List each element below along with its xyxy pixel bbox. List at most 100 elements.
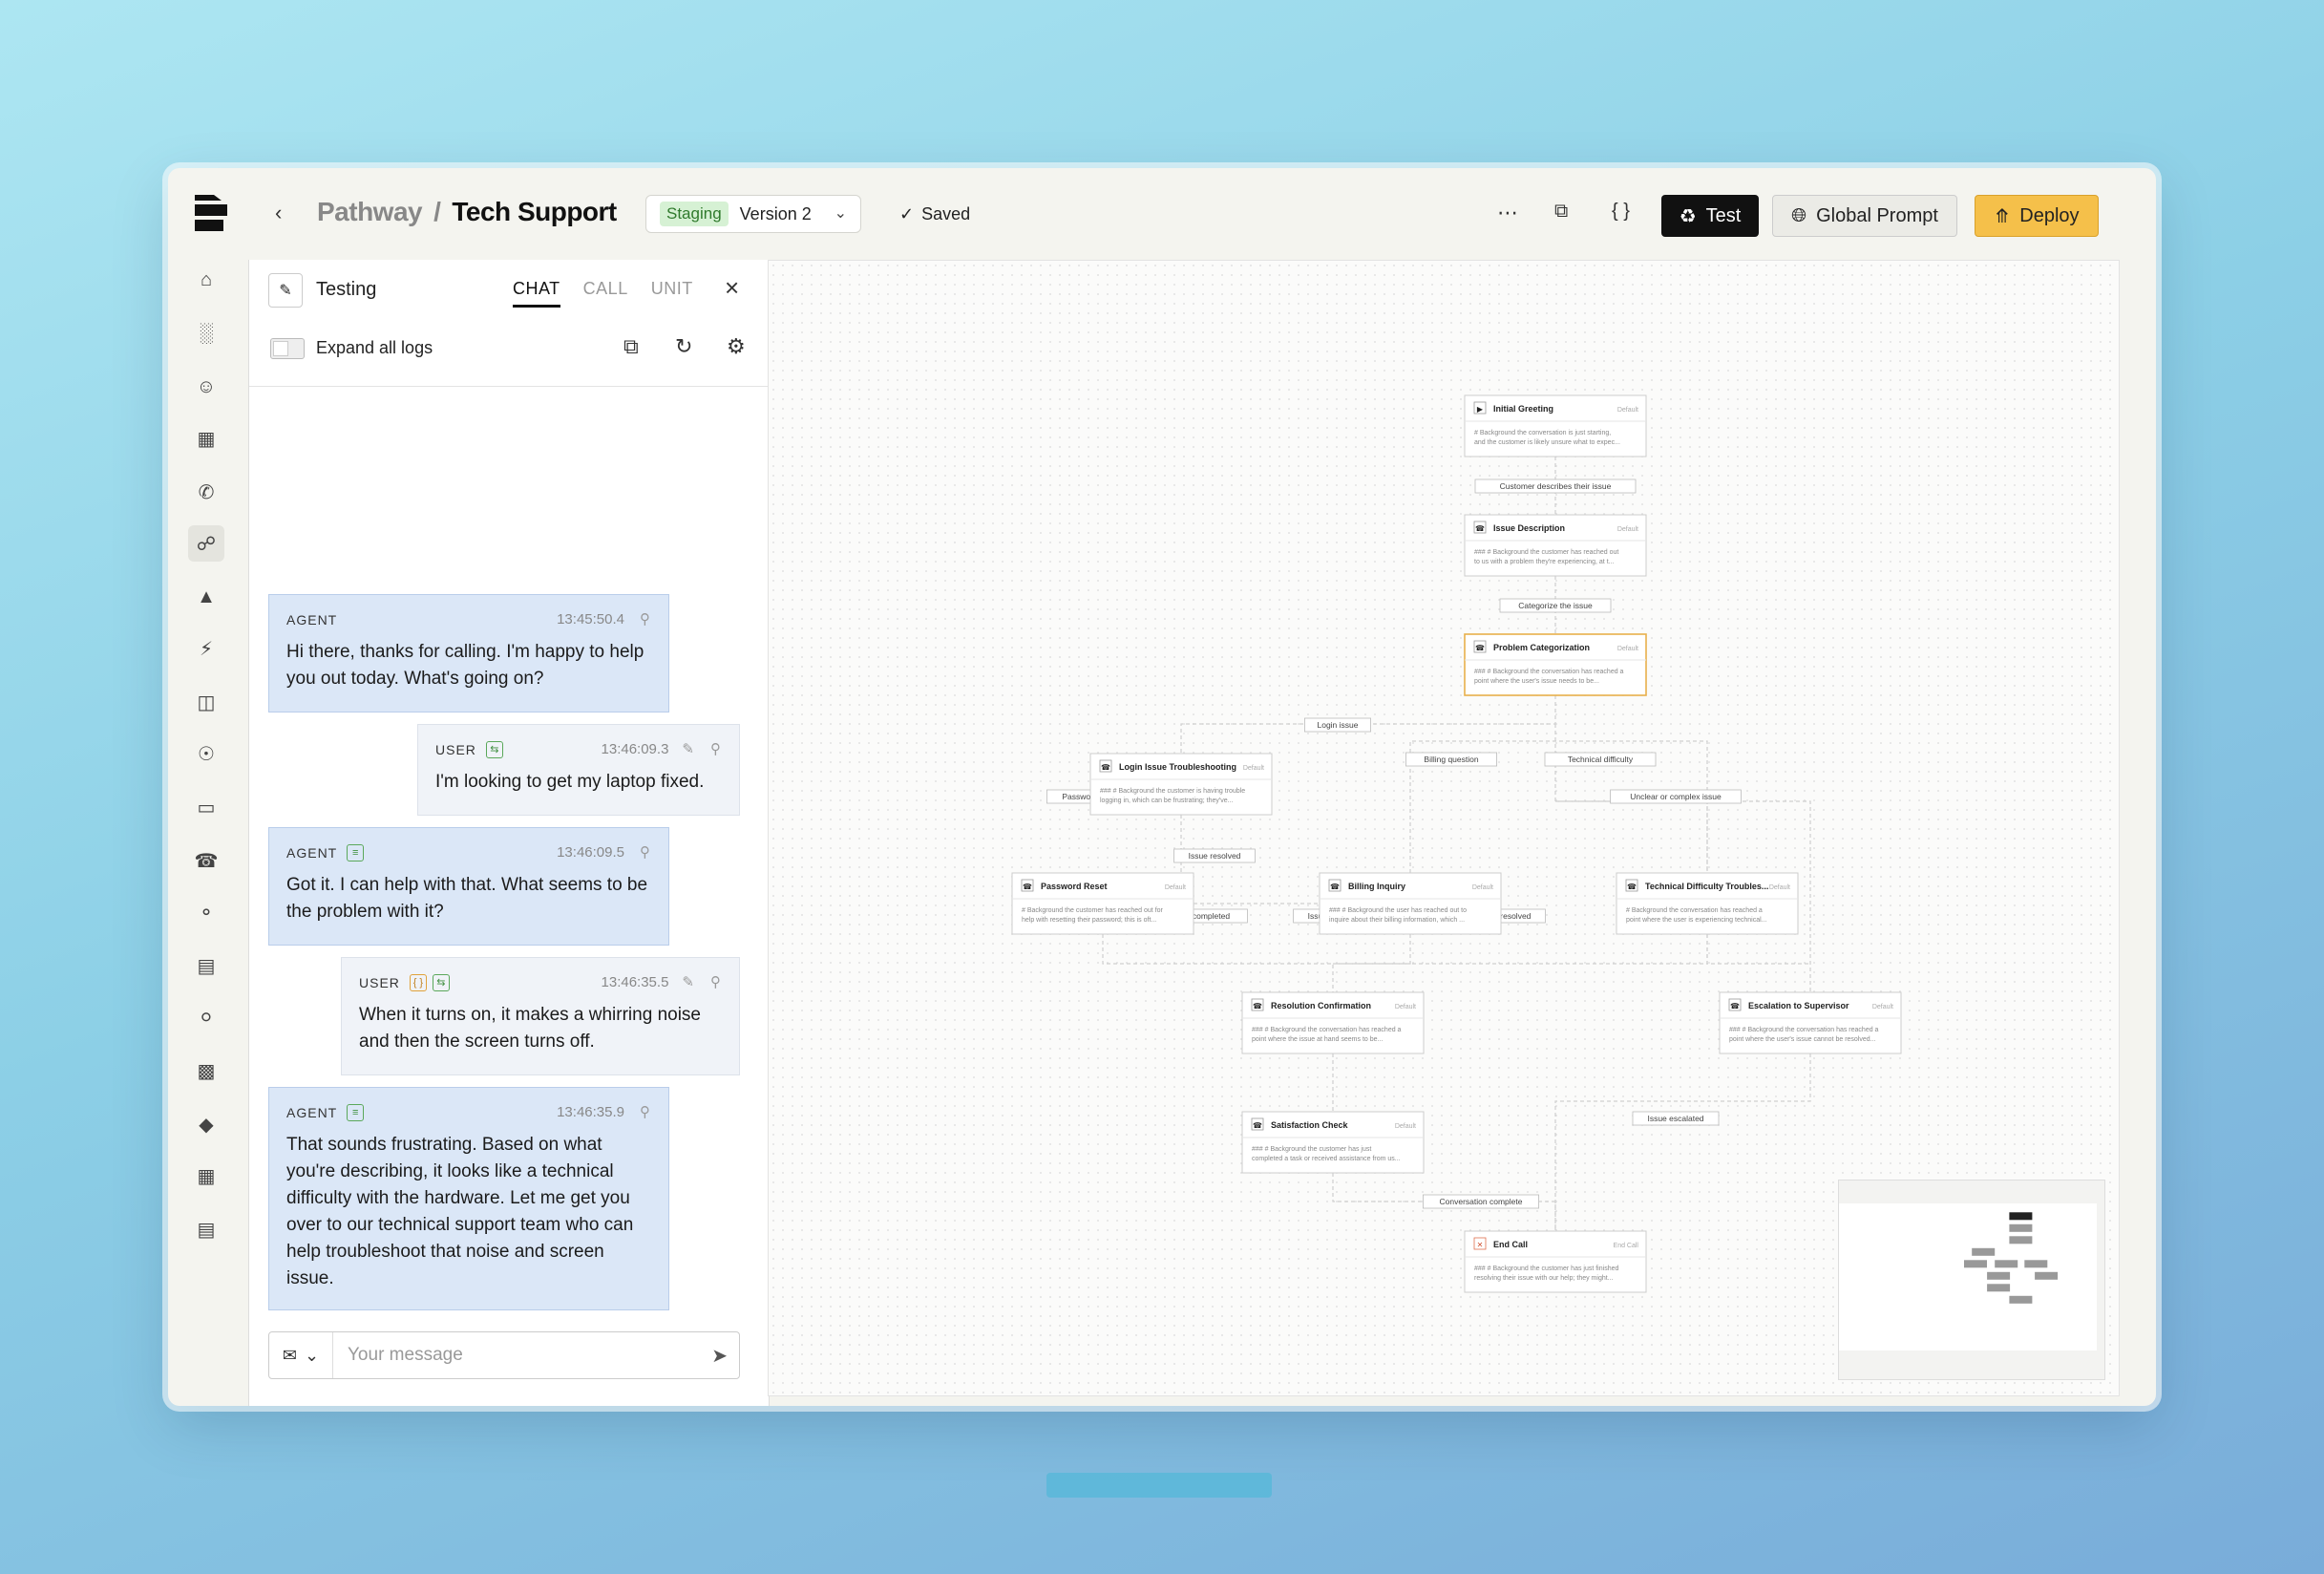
flow-node[interactable]: ☎ Login Issue Troubleshooting Default ### #… [1089,753,1273,816]
flow-node[interactable]: ▶ Initial Greeting Default # Background the… [1464,394,1647,457]
outbound-call-icon[interactable]: ✆ [188,474,224,510]
node-description-cont: inquire about their billing information,… [1329,917,1465,924]
book-icon[interactable]: ▤ [188,1211,224,1247]
code-braces-icon[interactable]: { } [1612,201,1630,223]
message-mode-select[interactable]: ✉ ⌄ [269,1332,333,1378]
edge-label: Technical difficulty [1568,755,1634,764]
minimap-node [1987,1271,2011,1280]
edit-icon[interactable]: ✎ [682,969,695,996]
phone-glyph: ☎ [1253,1121,1262,1130]
message-role: AGENT [286,612,338,627]
edge-connector [1102,934,1334,992]
phone-glyph: ☎ [1475,644,1485,652]
apps-icon[interactable]: ▦ [188,1158,224,1194]
analytics-icon[interactable]: ░ [188,315,224,351]
node-tag: Default [1769,884,1790,891]
reset-icon[interactable]: ↻ [675,334,692,359]
chat-message-agent: AGENT ≡ 13:46:09.5 ⚲ Got it. I can help wit… [268,827,669,946]
flow-node[interactable]: ☎ Resolution Confirmation Default ### # Bac… [1241,991,1425,1054]
settings-gear-icon[interactable]: ⚙ [727,334,746,359]
back-icon[interactable]: ‹ [275,201,282,225]
pin-icon[interactable]: ⚲ [640,606,651,633]
node-tag: Default [1395,1004,1416,1010]
message-icon[interactable]: ▩ [188,1053,224,1089]
billing-card-icon[interactable]: ▭ [188,789,224,825]
expand-logs-toggle[interactable] [270,338,305,359]
integrations-icon[interactable]: ◫ [188,684,224,720]
flow-node[interactable]: ☎ Escalation to Supervisor Default ### # Ba… [1719,991,1902,1054]
breadcrumb-root[interactable]: Pathway [317,197,423,226]
home-icon[interactable]: ⌂ [188,262,224,298]
panel-title: Testing [316,279,377,300]
node-description-cont: point where the user's issue cannot be r… [1729,1036,1876,1043]
expand-logs-label: Expand all logs [316,338,433,357]
message-input[interactable] [346,1344,703,1367]
send-icon[interactable]: ➤ [711,1344,728,1368]
tab-unit[interactable]: UNIT [651,279,693,308]
node-description: ### # Background the conversation has re… [1729,1027,1879,1033]
copy-icon[interactable]: ⧉ [623,334,639,359]
document-icon[interactable]: ▤ [188,947,224,984]
node-title: Issue Description [1493,523,1565,533]
more-icon[interactable]: ⋯ [1497,201,1518,225]
message-text: When it turns on, it makes a whirring no… [359,1005,701,1052]
message-time: 13:46:09.3 [601,741,669,757]
app-window: ‹ Pathway / Tech Support Staging Version 2… [168,168,2156,1406]
node-tag: Default [1617,646,1638,652]
phone-glyph: ☎ [1101,763,1110,772]
chevron-down-icon: ⌄ [305,1345,320,1365]
close-icon[interactable]: × [725,273,739,303]
edit-icon[interactable]: ✎ [682,736,695,763]
node-title: Initial Greeting [1493,404,1553,414]
globe-nav-icon[interactable]: ⚪ [188,999,224,1035]
minimap[interactable] [1838,1180,2105,1380]
broadcast-icon[interactable]: ☉ [188,735,224,772]
pin-icon[interactable]: ⚲ [640,1099,651,1126]
minimap-viewport [1839,1203,2097,1351]
node-tag: Default [1617,526,1638,533]
flow-node[interactable]: ☎ Password Reset Default # Background the c… [1011,872,1194,935]
node-tag: Default [1617,407,1638,414]
deploy-button[interactable]: ⤊ Deploy [1975,195,2099,237]
pencil-icon[interactable]: ✎ [268,273,303,308]
version-select[interactable]: Staging Version 2 ⌄ [645,195,861,233]
flow-node[interactable]: ☎ Issue Description Default ### # Backgroun… [1464,514,1647,577]
contacts-icon[interactable]: ☺ [188,369,224,405]
shield-icon[interactable]: ◆ [188,1106,224,1142]
pin-icon[interactable]: ⚲ [640,840,651,866]
flow-node[interactable]: ✕ End Call End Call ### # Background the cu… [1464,1230,1647,1293]
phone-icon[interactable]: ☎ [188,842,224,879]
edge-connector [1333,934,1708,965]
node-description: ### # Background the customer has just [1252,1146,1371,1153]
lightning-icon[interactable]: ⚡︎ [188,630,224,667]
tab-call[interactable]: CALL [583,279,628,308]
test-button[interactable]: ♻ Test [1661,195,1759,237]
node-description: ### # Background the conversation has re… [1474,669,1624,675]
cube-icon[interactable]: ▲ [188,579,224,615]
table-icon[interactable]: ▦ [188,420,224,457]
node-description-cont: point where the user is experiencing tec… [1626,917,1767,924]
global-prompt-button[interactable]: 🌐︎ Global Prompt [1772,195,1957,237]
message-composer: ✉⌄ ➤ [268,1331,740,1379]
pin-icon[interactable]: ⚲ [710,969,722,996]
minimap-node [2024,1260,2048,1268]
edge-connector [1333,934,1411,965]
node-description-cont: point where the issue at hand seems to b… [1252,1036,1383,1043]
pathway-canvas[interactable]: Customer describes their issue Categorize… [768,260,2120,1396]
pathway-icon[interactable]: ☍ [188,525,224,562]
node-title: Resolution Confirmation [1271,1001,1371,1010]
flow-node[interactable]: ☎ Satisfaction Check Default ### # Backgrou… [1241,1111,1425,1174]
minimap-graph [1839,1203,2097,1351]
pin-icon[interactable]: ⚲ [710,736,722,763]
app-logo[interactable] [195,195,227,231]
message-role: AGENT [286,1105,338,1120]
flow-node[interactable]: ☎ Billing Inquiry Default ### # Background … [1319,872,1502,935]
breadcrumb: Pathway / Tech Support [317,197,617,227]
duplicate-icon[interactable]: ⧉ [1554,201,1568,223]
tab-chat[interactable]: CHAT [513,279,560,308]
voice-icon[interactable]: ⚬ [188,894,224,930]
node-description-cont: to us with a problem they're experiencin… [1474,559,1615,565]
flow-node[interactable]: ☎ Problem Categorization Default ### # Back… [1464,633,1647,696]
flow-node[interactable]: ☎ Technical Difficulty Troubles... Default… [1616,872,1799,935]
minimap-node [1964,1260,1987,1268]
